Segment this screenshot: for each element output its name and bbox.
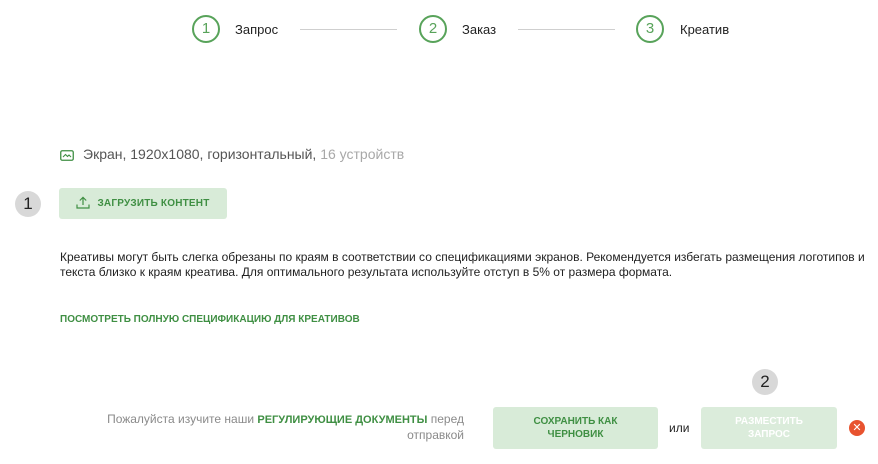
annotation-badge: 2 [752,369,778,395]
docs-notice: Пожалуйста изучите наши РЕГУЛИРУЮЩИЕ ДОК… [68,412,464,443]
step-3-number[interactable]: 3 [636,15,664,43]
upload-content-button[interactable]: ЗАГРУЗИТЬ КОНТЕНТ [59,188,227,219]
step-divider [300,29,397,30]
publish-label-line1: РАЗМЕСТИТЬ [735,416,803,427]
upload-icon [76,195,91,212]
save-draft-label-line2: ЧЕРНОВИК [547,429,604,440]
device-count: 16 устройств [320,146,405,162]
annotation-badge: 1 [15,191,41,217]
upload-content-label: ЗАГРУЗИТЬ КОНТЕНТ [97,198,210,209]
regulatory-docs-link[interactable]: РЕГУЛИРУЮЩИЕ ДОКУМЕНТЫ [257,414,427,426]
publish-label-line2: ЗАПРОС [747,429,791,440]
crop-notice: Креативы могут быть слегка обрезаны по к… [60,250,865,279]
step-1-label[interactable]: Запрос [235,22,278,37]
step-2-number[interactable]: 2 [419,15,447,43]
stepper: 1 Запрос 2 Заказ 3 Креатив [0,14,878,48]
or-separator: или [669,421,690,435]
screen-info: Экран, 1920x1080, горизонтальный, 16 уст… [60,146,404,164]
step-2-label[interactable]: Заказ [462,22,496,37]
docs-prefix: Пожалуйста изучите наши [107,412,255,426]
full-spec-link[interactable]: ПОСМОТРЕТЬ ПОЛНУЮ СПЕЦИФИКАЦИЮ ДЛЯ КРЕАТ… [60,314,360,325]
screen-description: Экран, 1920x1080, горизонтальный, [83,146,317,162]
save-draft-label-line1: СОХРАНИТЬ КАК [533,416,618,427]
screen-icon [60,148,74,164]
close-icon[interactable]: ✕ [849,420,865,436]
step-divider [518,29,615,30]
step-3-label[interactable]: Креатив [680,22,729,37]
publish-request-button[interactable]: РАЗМЕСТИТЬ ЗАПРОС [701,407,837,449]
step-1-number[interactable]: 1 [192,15,220,43]
save-draft-button[interactable]: СОХРАНИТЬ КАК ЧЕРНОВИК [493,407,658,449]
